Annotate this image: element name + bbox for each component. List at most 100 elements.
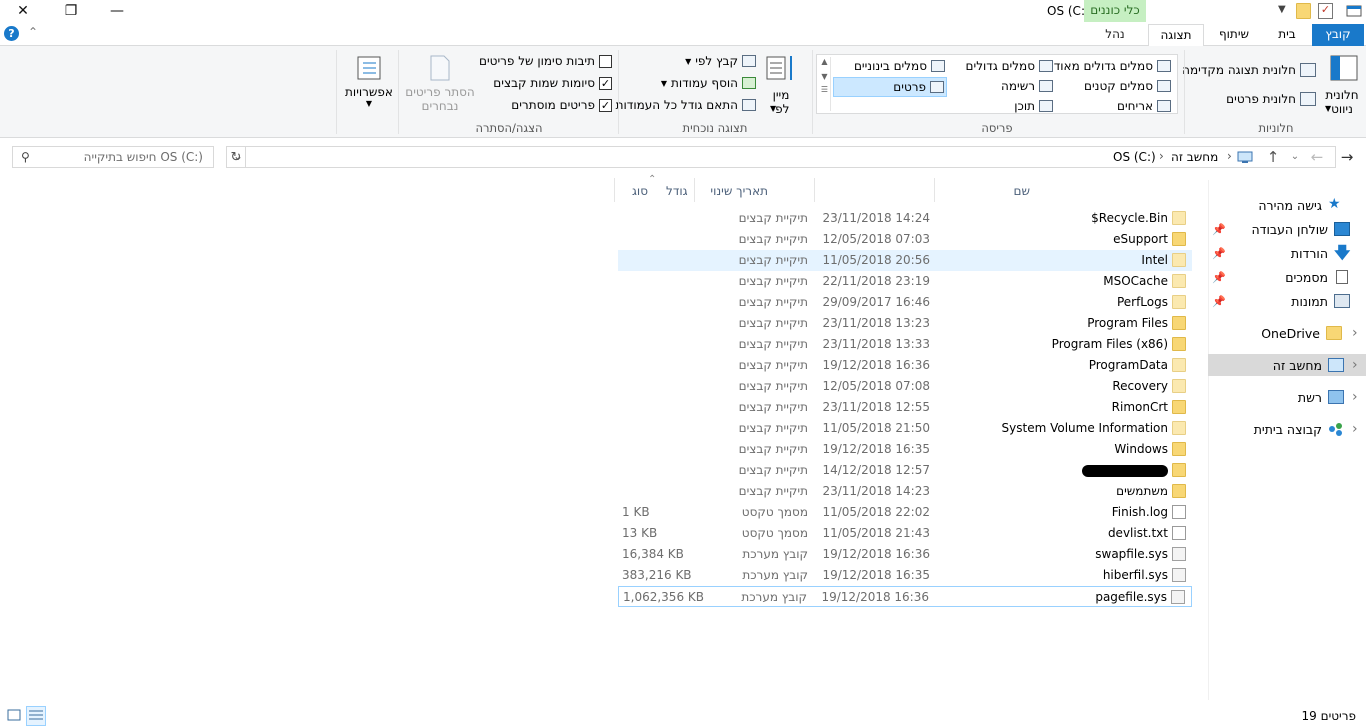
pin-icon[interactable]: 📌 bbox=[1212, 223, 1226, 236]
qat-dropdown-icon[interactable]: ▼ bbox=[1278, 4, 1286, 15]
add-columns-button[interactable]: ▼ הוסף עמודות bbox=[661, 76, 756, 90]
nav-onedrive[interactable]: › OneDrive bbox=[1208, 322, 1366, 344]
file-row[interactable]: swapfile.sys 19/12/2018 16:36 קובץ מערכת 16… bbox=[618, 544, 1192, 565]
nav-documents[interactable]: מסמכים 📌 bbox=[1208, 266, 1366, 288]
new-folder-icon[interactable] bbox=[1296, 3, 1311, 19]
layout-list[interactable]: רשימה bbox=[1001, 79, 1053, 93]
options-button[interactable]: אפשרויות ▼ bbox=[344, 54, 394, 108]
minimize-button[interactable]: — bbox=[94, 0, 140, 22]
sort-by-button[interactable] bbox=[764, 54, 798, 87]
search-input[interactable]: חיפוש בתיקייה OS (C:) ⚲ bbox=[12, 146, 214, 168]
hide-selected-button[interactable]: הסתר פריטים נבחרים bbox=[404, 54, 476, 113]
scroll-down-icon[interactable]: ▼ bbox=[819, 72, 830, 81]
tab-view[interactable]: תצוגה bbox=[1148, 24, 1204, 47]
file-row[interactable]: PerfLogs 29/09/2017 16:46 תיקיית קבצים bbox=[618, 292, 1192, 313]
nav-pictures[interactable]: תמונות 📌 bbox=[1208, 290, 1366, 312]
item-checkboxes-checkbox[interactable] bbox=[599, 54, 612, 68]
pin-icon[interactable]: 📌 bbox=[1212, 247, 1226, 260]
file-row[interactable]: ProgramData 19/12/2018 16:36 תיקיית קבצים bbox=[618, 355, 1192, 376]
file-extensions-toggle[interactable]: סיומות שמות קבצים ✓ bbox=[493, 76, 612, 90]
layout-content[interactable]: תוכן bbox=[1014, 99, 1053, 113]
nav-network[interactable]: › רשת bbox=[1208, 386, 1366, 408]
properties-icon[interactable]: ✓ bbox=[1318, 3, 1333, 19]
tab-share[interactable]: שיתוף bbox=[1206, 24, 1262, 46]
breadcrumb-drive[interactable]: OS (C:) bbox=[1113, 150, 1156, 164]
file-row[interactable]: hiberfil.sys 19/12/2018 16:35 קובץ מערכת 38… bbox=[618, 565, 1192, 586]
file-row[interactable]: משתמשים 23/11/2018 14:23 תיקיית קבצים bbox=[618, 481, 1192, 502]
size-columns-button[interactable]: התאם גודל כל העמודות bbox=[616, 98, 756, 112]
help-icon[interactable]: ? bbox=[4, 26, 19, 41]
chevron-right-icon[interactable]: › bbox=[1352, 357, 1358, 373]
nav-pane-dropdown-icon[interactable]: ▼ bbox=[1325, 104, 1331, 113]
address-bar[interactable]: › מחשב זה › OS (C:) ⌄ bbox=[226, 146, 1336, 168]
file-row[interactable]: pagefile.sys 19/12/2018 16:36 קובץ מערכת 1,… bbox=[618, 586, 1192, 607]
pin-icon[interactable]: 📌 bbox=[1212, 295, 1226, 308]
column-divider[interactable] bbox=[694, 178, 695, 202]
column-divider[interactable] bbox=[614, 178, 615, 202]
nav-pane-button[interactable] bbox=[1324, 54, 1364, 85]
file-row[interactable]: eSupport 12/05/2018 07:03 תיקיית קבצים bbox=[618, 229, 1192, 250]
options-dropdown-icon[interactable]: ▼ bbox=[344, 99, 394, 108]
layout-details-label: פרטים bbox=[893, 80, 926, 94]
nav-homegroup[interactable]: › קבוצה ביתית bbox=[1208, 418, 1366, 440]
layout-medium-icons[interactable]: סמלים בינוניים bbox=[854, 59, 945, 73]
file-row[interactable]: Intel 11/05/2018 20:56 תיקיית קבצים bbox=[618, 250, 1192, 271]
nav-this-pc[interactable]: › מחשב זה bbox=[1208, 354, 1366, 376]
file-row[interactable]: System Volume Information 11/05/2018 21:5… bbox=[618, 418, 1192, 439]
layout-large-icons[interactable]: סמלים גדולים bbox=[966, 59, 1053, 73]
file-row[interactable]: Program Files 23/11/2018 13:23 תיקיית קבצי… bbox=[618, 313, 1192, 334]
file-row[interactable]: Program Files (x86) 23/11/2018 13:33 תיקיי… bbox=[618, 334, 1192, 355]
search-icon[interactable]: ⚲ bbox=[21, 147, 30, 167]
chevron-right-icon[interactable]: › bbox=[1352, 421, 1358, 437]
refresh-button[interactable]: ↻ bbox=[226, 146, 246, 168]
column-header-name[interactable]: שם bbox=[1014, 178, 1030, 204]
file-row[interactable]: RimonCrt 23/11/2018 12:55 תיקיית קבצים bbox=[618, 397, 1192, 418]
layout-extra-large-icons[interactable]: סמלים גדולים מאוד bbox=[1054, 59, 1171, 73]
tab-home[interactable]: בית bbox=[1264, 24, 1310, 46]
nav-quick-access[interactable]: ★ גישה מהירה bbox=[1208, 194, 1366, 216]
restore-button[interactable]: ❐ bbox=[48, 0, 94, 22]
file-name: swapfile.sys bbox=[1095, 547, 1168, 561]
tab-file[interactable]: קובץ bbox=[1312, 24, 1364, 46]
layout-tiles[interactable]: אריחים bbox=[1117, 99, 1171, 113]
file-row[interactable]: devlist.txt 11/05/2018 21:43 מסמך טקסט 13 K… bbox=[618, 523, 1192, 544]
preview-pane-button[interactable]: חלונית תצוגה מקדימה bbox=[1182, 63, 1316, 77]
column-header-date[interactable]: תאריך שינוי bbox=[710, 178, 768, 204]
breadcrumb-this-pc[interactable]: מחשב זה bbox=[1171, 150, 1218, 164]
item-checkboxes-toggle[interactable]: תיבות סימון של פריטים bbox=[479, 54, 612, 68]
pin-icon[interactable]: 📌 bbox=[1212, 271, 1226, 284]
chevron-right-icon[interactable]: › bbox=[1352, 325, 1358, 341]
layout-scroll[interactable]: ▲ ▼ ☰ bbox=[819, 57, 831, 111]
file-row[interactable]: MSOCache 22/11/2018 23:19 תיקיית קבצים bbox=[618, 271, 1192, 292]
system-file-icon bbox=[1171, 590, 1185, 604]
details-pane-button[interactable]: חלונית פרטים bbox=[1226, 92, 1316, 106]
large-icons-view-button[interactable] bbox=[4, 706, 24, 726]
nav-desktop[interactable]: שולחן העבודה 📌 bbox=[1208, 218, 1366, 240]
column-header-type[interactable]: סוג bbox=[632, 178, 648, 204]
layout-details[interactable]: פרטים bbox=[833, 77, 947, 97]
collapse-ribbon-icon[interactable]: ⌃ bbox=[28, 25, 38, 39]
scroll-up-icon[interactable]: ▲ bbox=[819, 57, 830, 66]
column-header-size[interactable]: גודל bbox=[666, 178, 688, 204]
back-button[interactable]: → bbox=[1336, 146, 1358, 168]
close-button[interactable]: ✕ bbox=[0, 0, 46, 22]
sort-by-dropdown-icon[interactable]: ▼ bbox=[770, 104, 776, 113]
file-row[interactable]: $Recycle.Bin 23/11/2018 14:24 תיקיית קבצים bbox=[618, 208, 1192, 229]
star-icon: ★ bbox=[1328, 196, 1341, 212]
column-divider[interactable] bbox=[814, 178, 815, 202]
nav-downloads[interactable]: 🡇 הורדות 📌 bbox=[1208, 242, 1366, 264]
group-by-button[interactable]: ▼ קבץ לפי bbox=[685, 54, 756, 68]
file-extensions-checkbox[interactable]: ✓ bbox=[599, 76, 612, 90]
column-divider[interactable] bbox=[934, 178, 935, 202]
hidden-items-toggle[interactable]: פריטים מוסתרים ✓ bbox=[511, 98, 612, 112]
tab-manage[interactable]: נהל bbox=[1084, 24, 1146, 46]
details-view-button[interactable] bbox=[26, 706, 46, 726]
layout-small-icons[interactable]: סמלים קטנים bbox=[1084, 79, 1171, 93]
file-row[interactable]: Recovery 12/05/2018 07:08 תיקיית קבצים bbox=[618, 376, 1192, 397]
chevron-right-icon[interactable]: › bbox=[1352, 389, 1358, 405]
file-row[interactable]: 14/12/2018 12:57 תיקיית קבצים bbox=[618, 460, 1192, 481]
file-row[interactable]: Finish.log 11/05/2018 22:02 מסמך טקסט 1 KB bbox=[618, 502, 1192, 523]
gallery-more-icon[interactable]: ☰ bbox=[819, 85, 830, 94]
file-row[interactable]: Windows 19/12/2018 16:35 תיקיית קבצים bbox=[618, 439, 1192, 460]
hidden-items-checkbox[interactable]: ✓ bbox=[599, 98, 612, 112]
